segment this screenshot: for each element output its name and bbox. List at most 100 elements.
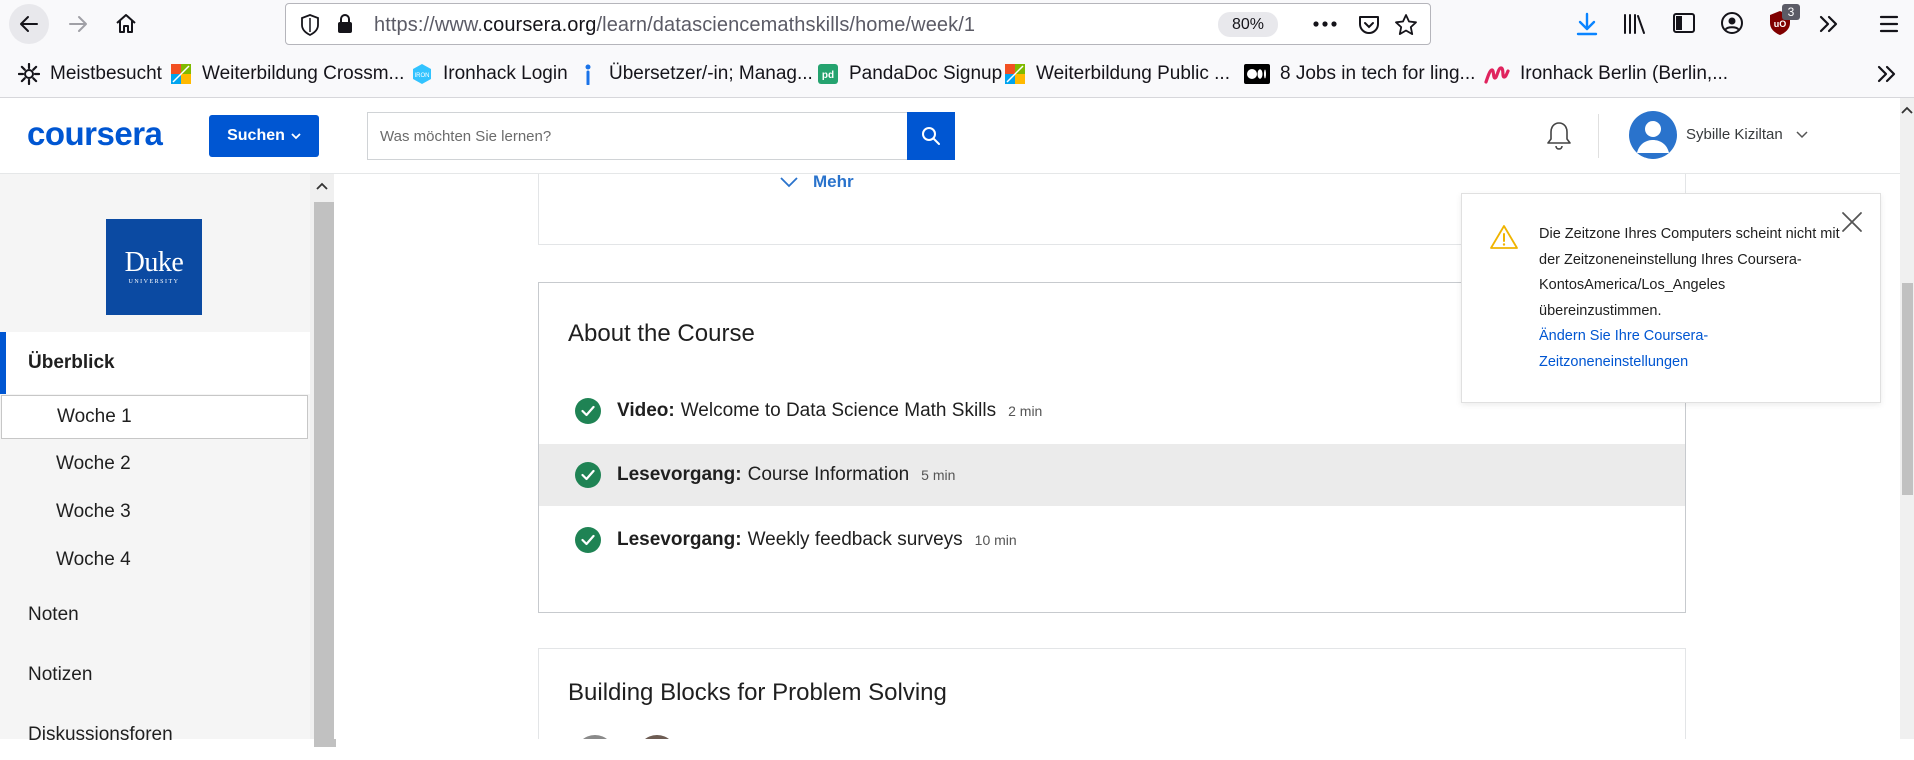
- lesson-title: Weekly feedback surveys: [747, 529, 963, 550]
- lock-icon[interactable]: [336, 13, 354, 35]
- scroll-up-icon[interactable]: [316, 182, 328, 190]
- sidebar-item-week-4[interactable]: Woche 4: [0, 538, 310, 582]
- lesson-duration: 10 min: [974, 532, 1017, 548]
- bookmark-item[interactable]: 8 Jobs in tech for ling...: [1244, 62, 1475, 86]
- pandadoc-icon: pd: [818, 64, 838, 84]
- page-scrollbar-thumb[interactable]: [1902, 283, 1913, 495]
- bell-icon[interactable]: [1544, 120, 1574, 152]
- lesson-item[interactable]: Lesevorgang: Weekly feedback surveys 10 …: [539, 509, 1685, 571]
- chevron-down-icon[interactable]: [1796, 131, 1808, 139]
- medium-icon: [1244, 64, 1270, 84]
- bookmark-item[interactable]: Ironhack Berlin (Berlin,...: [1484, 62, 1728, 86]
- bookmark-label: Weiterbildung Public ...: [1036, 63, 1230, 84]
- avatar[interactable]: [1629, 111, 1677, 159]
- bookmark-item[interactable]: pd PandaDoc Signup: [817, 62, 1002, 86]
- library-icon[interactable]: [1622, 12, 1648, 36]
- coursera-logo[interactable]: coursera: [27, 115, 163, 153]
- forward-arrow-icon: [69, 16, 87, 32]
- lesson-type: Lesevorgang:: [617, 464, 742, 485]
- timezone-settings-link[interactable]: Ändern Sie Ihre Coursera-Zeitzoneneinste…: [1539, 324, 1789, 375]
- completed-check-icon: [575, 462, 601, 488]
- multicolor-grid-icon: [171, 64, 191, 84]
- bookmarks-overflow-icon[interactable]: [1876, 64, 1898, 84]
- lesson-type: Video:: [617, 400, 675, 421]
- sidebar-item-week-2[interactable]: Woche 2: [0, 442, 310, 486]
- hamburger-menu-icon[interactable]: [1878, 13, 1900, 35]
- bookmark-label: PandaDoc Signup: [849, 63, 1003, 84]
- forward-button[interactable]: [60, 6, 96, 42]
- bookmark-label: Weiterbildung Crossm...: [202, 63, 405, 84]
- multicolor-grid-icon: [1005, 64, 1025, 84]
- address-bar[interactable]: https://www.coursera.org/learn/datascien…: [285, 3, 1431, 45]
- back-button[interactable]: [9, 4, 49, 44]
- bookmark-label: Ironhack Berlin (Berlin,...: [1520, 63, 1729, 84]
- info-icon: [585, 64, 591, 85]
- show-more-label: Mehr: [813, 174, 854, 191]
- search-button[interactable]: [907, 112, 955, 160]
- bookmark-item[interactable]: Weiterbildung Crossm...: [170, 62, 404, 86]
- show-more-link[interactable]: Mehr: [779, 174, 854, 192]
- timezone-notification: Die Zeitzone Ihres Computers scheint nic…: [1461, 193, 1881, 403]
- bookmark-star-icon[interactable]: [1394, 13, 1418, 37]
- user-name[interactable]: Sybille Kiziltan: [1686, 126, 1783, 143]
- sidebar-toggle-icon[interactable]: [1672, 12, 1696, 34]
- chevron-down-icon: [291, 133, 301, 140]
- close-icon[interactable]: [1840, 210, 1864, 234]
- duke-university-logo[interactable]: Duke UNIVERSITY: [106, 219, 202, 315]
- bookmark-label: Meistbesucht: [50, 63, 162, 84]
- bookmark-item[interactable]: IRON Ironhack Login: [411, 62, 568, 86]
- header-divider: [1598, 114, 1599, 158]
- svg-text:pd: pd: [822, 70, 834, 81]
- completed-check-icon: [575, 527, 601, 553]
- sidebar-item-forums[interactable]: Diskussionsforen: [0, 710, 310, 760]
- course-sidebar: Duke UNIVERSITY Überblick Woche 1 Woche …: [0, 174, 310, 745]
- sidebar-item-notes[interactable]: Notizen: [0, 650, 310, 700]
- shield-icon[interactable]: [300, 14, 320, 36]
- svg-text:uO: uO: [1774, 19, 1787, 29]
- home-button[interactable]: [108, 6, 144, 42]
- search-input[interactable]: [367, 112, 907, 160]
- account-icon[interactable]: [1720, 11, 1744, 35]
- sidebar-scrollbar[interactable]: [310, 174, 336, 747]
- explore-button[interactable]: Suchen: [209, 115, 319, 157]
- bookmark-label: Ironhack Login: [443, 63, 568, 84]
- chevron-down-icon: [780, 177, 798, 188]
- bookmarks-bar: Meistbesucht Weiterbildung Crossm... IRO…: [0, 48, 1914, 98]
- zoom-level-badge[interactable]: 80%: [1218, 12, 1278, 37]
- module-title: Building Blocks for Problem Solving: [568, 679, 947, 706]
- browser-toolbar: https://www.coursera.org/learn/datascien…: [0, 0, 1914, 48]
- explore-button-label: Suchen: [227, 127, 285, 144]
- bookmark-item[interactable]: Meistbesucht: [18, 62, 162, 86]
- module-card: Building Blocks for Problem Solving: [538, 648, 1686, 739]
- site-header: coursera Suchen Sybille Kiziltan: [0, 98, 1900, 174]
- lesson-item[interactable]: Lesevorgang: Course Information 5 min: [539, 444, 1685, 506]
- url-text[interactable]: https://www.coursera.org/learn/datascien…: [374, 14, 975, 37]
- gear-icon: [18, 63, 40, 85]
- bookmark-label: 8 Jobs in tech for ling...: [1280, 63, 1476, 84]
- scroll-up-icon[interactable]: [1901, 106, 1913, 114]
- search-icon: [922, 127, 940, 145]
- lesson-duration: 2 min: [1008, 403, 1043, 419]
- download-icon[interactable]: [1576, 12, 1598, 36]
- sidebar-item-overview[interactable]: Überblick: [0, 332, 310, 394]
- more-actions-icon[interactable]: [1312, 16, 1338, 32]
- warning-icon: [1490, 225, 1518, 249]
- notification-message: Die Zeitzone Ihres Computers scheint nic…: [1539, 226, 1840, 319]
- lesson-type: Lesevorgang:: [617, 529, 742, 550]
- bookmark-item[interactable]: Übersetzer/-in; Manag...: [577, 62, 813, 86]
- sidebar-item-week-1[interactable]: Woche 1: [1, 395, 308, 439]
- overflow-chevrons-icon[interactable]: [1818, 13, 1840, 35]
- sidebar-item-week-3[interactable]: Woche 3: [0, 490, 310, 534]
- sidebar-scrollbar-thumb[interactable]: [314, 202, 336, 747]
- svg-text:IRON: IRON: [415, 73, 430, 79]
- sidebar-item-grades[interactable]: Noten: [0, 590, 310, 640]
- instructor-avatar: [637, 735, 677, 739]
- page-scrollbar[interactable]: [1900, 98, 1914, 739]
- module-title: About the Course: [568, 320, 755, 347]
- bookmark-item[interactable]: Weiterbildung Public ...: [1004, 62, 1230, 86]
- extension-badge: 3: [1782, 4, 1800, 20]
- ublock-extension-button[interactable]: uO 3: [1768, 4, 1800, 40]
- pocket-icon[interactable]: [1358, 14, 1380, 36]
- completed-check-icon: [575, 398, 601, 424]
- bookmark-label: Übersetzer/-in; Manag...: [609, 63, 813, 84]
